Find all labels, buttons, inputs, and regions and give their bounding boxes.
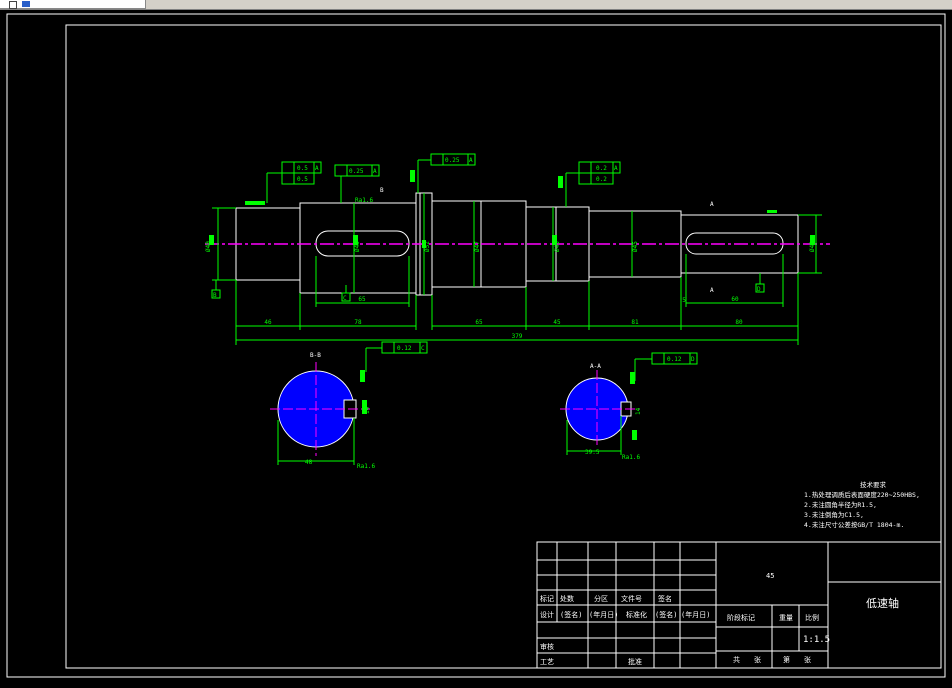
section-mark-a-top: A (710, 201, 714, 208)
tol-7-ref: C (421, 345, 425, 352)
tb-fileno: 文件号 (621, 594, 642, 603)
tb-sheets-total-unit: 张 (754, 655, 761, 664)
tb-sign: 签名 (658, 594, 672, 603)
tol-5: 0.2 (596, 165, 607, 172)
file-icon[interactable] (9, 1, 17, 9)
roughness-2: Ra1.6 (357, 463, 375, 470)
tb-standard-date: (年月日) (681, 610, 710, 619)
drawing-canvas[interactable]: Ø40 Ø45 Ø52 Ø47 Ø45 Ø45 Ø40 46 78 65 45 … (0, 10, 952, 684)
section-right-label: A-A (590, 363, 601, 370)
section-left-label: B-B (310, 352, 321, 359)
dim-key2: 60 (731, 296, 739, 303)
dim-total: 379 (512, 333, 523, 340)
dim-d6: Ø45 (632, 241, 639, 252)
tech-req-line-1: 1.热处理调质后表面硬度220~250HBS, (804, 490, 920, 499)
tol-5-ref: A (614, 165, 618, 172)
tol-3: 0.25 (349, 168, 364, 175)
tb-sheet-no: 第 (783, 655, 790, 664)
section-mark-a-bottom: A (710, 287, 714, 294)
roughness-3: Ra1.6 (622, 454, 640, 461)
tb-design: 设计 (540, 610, 554, 619)
tech-req-line-2: 2.未注圆角半径为R1.5, (804, 500, 877, 509)
tol-8-ref: D (691, 356, 695, 363)
section-left-key: 14 (364, 406, 371, 414)
dim-seg-3: 65 (475, 319, 483, 326)
tb-stage: 阶段标记 (727, 613, 755, 622)
tb-weight: 重量 (779, 614, 793, 622)
datum-b: B (213, 292, 217, 299)
inner-frame (65, 24, 942, 669)
roughness-1: Ra1.6 (355, 197, 373, 204)
tol-6: 0.2 (596, 176, 607, 183)
section-right-key: 14 (635, 407, 642, 415)
tech-req-line-4: 4.未注尺寸公差按GB/T 1804-m. (804, 520, 904, 529)
tb-count: 处数 (560, 594, 574, 603)
tol-4-ref: A (469, 157, 473, 164)
datum-b-arrow: B (380, 187, 384, 194)
tol-1: 0.5 (297, 165, 308, 172)
dim-seg-5: 81 (631, 319, 639, 326)
window-tab-bar (0, 0, 952, 10)
datum-d: D (757, 286, 761, 293)
tb-review: 审核 (540, 642, 554, 651)
tb-sheets-total: 共 (733, 655, 740, 664)
tol-4: 0.25 (445, 157, 460, 164)
tb-standard: 标准化 (626, 610, 647, 619)
tol-1-ref: A (315, 165, 319, 172)
section-right-width: 39.5 (585, 449, 600, 456)
section-right (560, 370, 640, 455)
dim-small2: 5 (682, 297, 686, 304)
datum-c: C (343, 295, 347, 302)
tb-design-date: (年月日) (589, 610, 618, 619)
drawing-svg: Ø40 Ø45 Ø52 Ø47 Ø45 Ø45 Ø40 46 78 65 45 … (6, 13, 946, 678)
tech-req-title: 技术要求 (860, 480, 887, 489)
tb-approve: 批准 (628, 657, 642, 666)
section-left-width: 48 (305, 459, 313, 466)
dim-seg-2: 78 (354, 319, 362, 326)
tb-sheet-no-unit: 张 (804, 655, 811, 664)
tb-scale-label: 比例 (805, 613, 819, 622)
tech-req-line-3: 3.未注倒角为C1.5, (804, 510, 864, 519)
dim-seg-4: 45 (553, 319, 561, 326)
tol-2: 0.5 (297, 176, 308, 183)
outer-frame (6, 13, 946, 678)
dim-key1: 65 (358, 296, 366, 303)
dim-seg-1: 46 (264, 319, 272, 326)
section-left (270, 362, 370, 465)
material: 45 (766, 572, 774, 580)
drawing-icon[interactable] (22, 1, 30, 7)
tb-mark: 标记 (540, 594, 554, 603)
tb-standard-sign: (签名) (655, 610, 677, 619)
dim-d4: Ø47 (474, 241, 481, 252)
tol-3-ref: A (373, 168, 377, 175)
tb-design-sign: (签名) (560, 610, 582, 619)
part-name: 低速轴 (866, 596, 899, 610)
tb-scale: 1:1.5 (803, 635, 830, 645)
length-dims (235, 254, 799, 345)
tb-process: 工艺 (540, 658, 554, 666)
tb-zone: 分区 (594, 594, 608, 603)
tol-8: 0.12 (667, 356, 682, 363)
tol-7: 0.12 (397, 345, 412, 352)
dim-seg-6: 80 (735, 319, 743, 326)
